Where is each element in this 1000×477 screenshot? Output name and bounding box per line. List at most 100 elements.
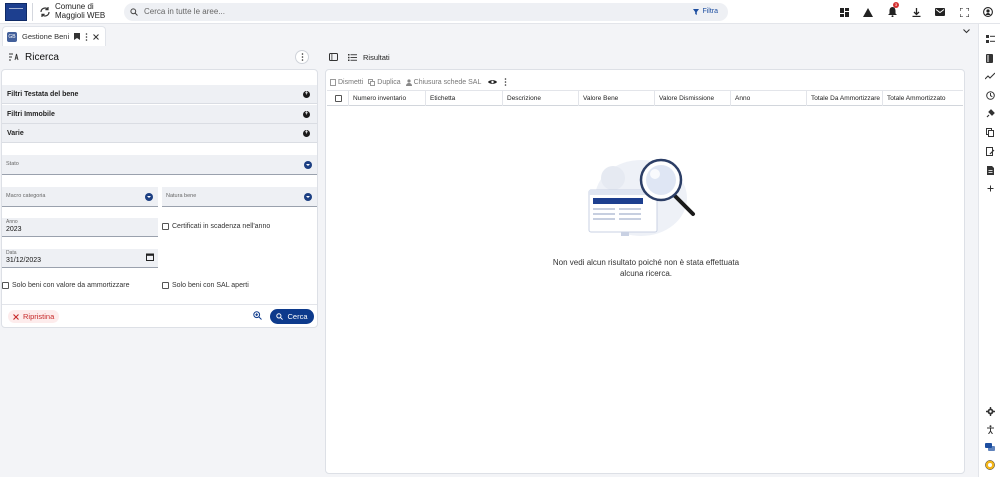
zoom-in-icon[interactable] <box>253 311 262 320</box>
chat-icon[interactable] <box>979 440 1000 454</box>
solo-sal-checkbox[interactable]: Solo beni con SAL aperti <box>162 282 249 289</box>
column-header[interactable]: Numero inventario <box>349 90 426 106</box>
data-value[interactable]: 31/12/2023 <box>6 257 41 264</box>
filter-section-varie[interactable]: Varie + <box>2 124 317 143</box>
tab-bar: GB Gestione Beni <box>0 24 978 46</box>
maggioli-logo[interactable] <box>5 2 27 21</box>
anno-field[interactable]: Anno 2023 <box>2 218 158 237</box>
more-vertical-icon[interactable] <box>504 78 507 86</box>
filter-button[interactable]: Filtra <box>693 8 718 15</box>
chiusura-label: Chiusura schede SAL <box>413 78 482 86</box>
download-icon[interactable] <box>904 0 928 24</box>
filter-section-immobile[interactable]: Filtri Immobile + <box>2 105 317 124</box>
calendar-icon[interactable] <box>146 253 154 261</box>
duplica-button[interactable]: Duplica <box>368 78 401 86</box>
expand-icon[interactable]: + <box>303 129 310 137</box>
results-title: Risultati <box>363 52 390 62</box>
plugin-icon[interactable] <box>979 106 1000 120</box>
search-button[interactable]: Cerca <box>270 309 314 324</box>
sync-icon[interactable] <box>39 6 51 18</box>
checkbox[interactable] <box>162 282 169 289</box>
dismetti-button[interactable]: Dismetti <box>330 78 363 86</box>
select-all-cell <box>327 90 349 106</box>
expand-icon[interactable]: + <box>303 90 310 98</box>
chevron-down-icon[interactable] <box>963 29 970 34</box>
add-icon[interactable] <box>979 181 1000 195</box>
search-icon <box>276 313 284 320</box>
list-icon <box>348 53 357 61</box>
dropdown-icon[interactable] <box>304 193 312 201</box>
expand-icon[interactable]: + <box>303 110 310 118</box>
reset-button[interactable]: Ripristina <box>8 310 60 323</box>
close-icon <box>13 313 19 320</box>
close-icon[interactable] <box>93 33 99 40</box>
chiusura-sal-button[interactable]: Chiusura schede SAL <box>405 78 482 86</box>
dropdown-icon[interactable] <box>304 161 312 169</box>
toggle-sidebar-icon[interactable] <box>329 53 338 61</box>
mail-icon[interactable] <box>928 0 952 24</box>
certificati-label: Certificati in scadenza nell'anno <box>172 223 271 230</box>
accessibility-icon[interactable] <box>979 422 1000 436</box>
reset-label: Ripristina <box>23 312 55 321</box>
empty-results-message: Non vedi alcun risultato poiché non è st… <box>552 258 740 278</box>
document-icon[interactable] <box>979 163 1000 177</box>
dropdown-icon[interactable] <box>145 193 153 201</box>
list-settings-icon[interactable] <box>979 32 1000 46</box>
data-label: Data <box>6 250 17 256</box>
data-field[interactable]: Data 31/12/2023 <box>2 249 158 268</box>
solo-valore-label: Solo beni con valore da ammortizzare <box>12 282 130 289</box>
search-filters-card: Filtri Testata del bene + Filtri Immobil… <box>1 69 318 328</box>
column-header[interactable]: Valore Dismissione <box>655 90 731 106</box>
column-header[interactable]: Valore Bene <box>579 90 655 106</box>
fullscreen-icon[interactable] <box>952 0 976 24</box>
macro-categoria-label: Macro categoria <box>6 193 46 199</box>
natura-bene-select[interactable]: Natura bene <box>162 187 317 207</box>
bookmark-icon[interactable] <box>74 33 81 40</box>
column-header[interactable]: Etichetta <box>426 90 503 106</box>
solo-valore-checkbox[interactable]: Solo beni con valore da ammortizzare <box>2 282 130 289</box>
more-vertical-icon <box>301 53 303 61</box>
filter-section-testata[interactable]: Filtri Testata del bene + <box>2 85 317 104</box>
dismiss-icon <box>330 78 336 86</box>
settings-icon[interactable] <box>979 404 1000 418</box>
notifications-icon[interactable]: 3 <box>880 0 904 24</box>
history-icon[interactable] <box>979 88 1000 102</box>
checkbox[interactable] <box>162 223 169 230</box>
help-icon[interactable] <box>979 458 1000 472</box>
copy-icon[interactable] <box>979 125 1000 139</box>
tab-menu-icon[interactable] <box>85 32 88 41</box>
tab-gestione-beni[interactable]: GB Gestione Beni <box>2 26 107 46</box>
person-icon <box>405 78 412 86</box>
dashboard-icon[interactable] <box>832 0 856 24</box>
anno-value[interactable]: 2023 <box>6 226 22 233</box>
filter-label: Filtra <box>702 8 718 15</box>
filter-section-label: Filtri Immobile <box>7 110 55 118</box>
right-toolbar <box>978 24 1000 477</box>
notification-badge: 3 <box>893 2 899 8</box>
checkbox[interactable] <box>2 282 9 289</box>
top-bar: Comune di Maggioli WEB Cerca in tutte le… <box>0 0 1000 24</box>
stato-select[interactable]: Stato <box>2 155 317 175</box>
results-table-header: Numero inventario Etichetta Descrizione … <box>327 90 963 106</box>
select-all-checkbox[interactable] <box>335 94 342 102</box>
column-header[interactable]: Descrizione <box>503 90 579 106</box>
eye-icon[interactable] <box>488 79 498 85</box>
column-header[interactable]: Anno <box>731 90 807 106</box>
warning-icon[interactable] <box>856 0 880 24</box>
search-icon <box>130 7 138 16</box>
certificati-checkbox[interactable]: Certificati in scadenza nell'anno <box>162 223 270 230</box>
divider <box>2 304 317 305</box>
results-card: Dismetti Duplica Chiusura schede SAL Num… <box>325 69 965 474</box>
column-header[interactable]: Totale Da Ammortizzare <box>807 90 883 106</box>
edit-document-icon[interactable] <box>979 144 1000 158</box>
anno-label: Anno <box>6 219 18 225</box>
natura-bene-label: Natura bene <box>166 193 197 199</box>
chart-line-icon[interactable] <box>979 69 1000 83</box>
user-icon[interactable] <box>976 0 1000 24</box>
column-header[interactable]: Totale Ammortizzato <box>883 90 963 106</box>
book-icon[interactable] <box>979 51 1000 65</box>
macro-categoria-select[interactable]: Macro categoria <box>2 187 158 207</box>
panel-menu-button[interactable] <box>295 50 309 64</box>
search-input[interactable]: Cerca in tutte le aree... <box>144 7 693 16</box>
global-search[interactable]: Cerca in tutte le aree... Filtra <box>124 2 728 21</box>
